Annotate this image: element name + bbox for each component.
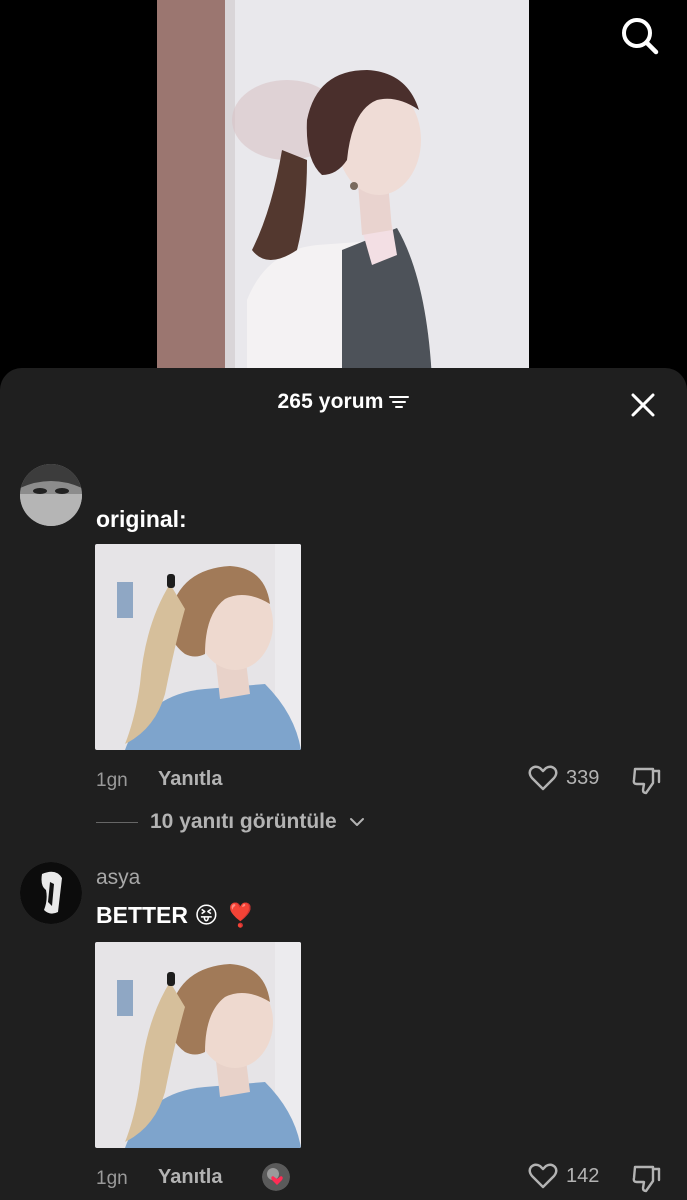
reply-button[interactable]: Yanıtla — [158, 768, 222, 791]
comment-image[interactable] — [95, 942, 301, 1148]
comment-image[interactable] — [95, 544, 301, 750]
video-thumbnail[interactable] — [157, 0, 529, 380]
creator-liked-avatar — [262, 1163, 290, 1191]
comments-header: 265 yorum — [0, 368, 687, 440]
avatar-image — [20, 464, 82, 526]
comment-photo — [95, 544, 301, 750]
comment-count: 265 yorum — [277, 390, 384, 413]
comment-time: 1gn — [96, 770, 128, 791]
close-button[interactable] — [628, 390, 658, 420]
comment-text: original: — [96, 506, 187, 532]
comment-username[interactable]: asya — [96, 866, 140, 890]
search-icon — [622, 18, 659, 55]
like-button[interactable]: 339 — [528, 764, 599, 792]
filter-icon — [389, 396, 410, 408]
like-button[interactable]: 142 — [528, 1162, 599, 1190]
avatar-image — [20, 862, 82, 924]
dislike-button[interactable] — [631, 1162, 663, 1194]
avatar[interactable] — [20, 862, 82, 924]
comment-count-sort[interactable]: 265 yorum — [0, 390, 687, 414]
heart-icon — [528, 765, 558, 791]
creator-avatar-image — [262, 1163, 290, 1191]
video-image — [157, 0, 529, 380]
comment-emojis: 😝 ❣️ — [194, 903, 256, 929]
view-replies-label: 10 yanıtı görüntüle — [150, 810, 337, 833]
comment-text-wrap: BETTER 😝 ❣️ — [96, 902, 255, 929]
comment-photo — [95, 942, 301, 1148]
like-count: 339 — [566, 766, 600, 789]
video-player[interactable] — [0, 0, 687, 400]
view-replies-button[interactable]: 10 yanıtı görüntüle — [96, 810, 365, 834]
heart-icon — [528, 1163, 558, 1189]
dislike-button[interactable] — [631, 764, 663, 796]
avatar[interactable] — [20, 464, 82, 526]
close-icon — [631, 393, 655, 417]
reply-button[interactable]: Yanıtla — [158, 1166, 222, 1189]
replies-divider — [96, 821, 138, 823]
dislike-icon — [632, 767, 661, 795]
like-count: 142 — [566, 1164, 600, 1187]
dislike-icon — [632, 1165, 661, 1193]
comment-time: 1gn — [96, 1168, 128, 1189]
chevron-down-icon — [349, 818, 364, 826]
search-button[interactable] — [618, 14, 662, 58]
comment-text: BETTER — [96, 902, 188, 928]
comments-sheet: 265 yorum original: 1gn Yanıtla 339 10 y… — [0, 368, 687, 1200]
